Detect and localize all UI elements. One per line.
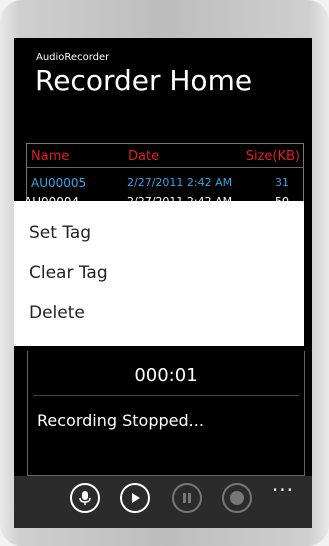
cell-date: 2/27/2011 2:42 AM bbox=[127, 176, 233, 189]
column-header-name: Name bbox=[31, 149, 70, 164]
context-menu: Set Tag Clear Tag Delete bbox=[14, 201, 304, 346]
recording-status: Recording Stopped... bbox=[37, 411, 204, 430]
panel-divider bbox=[33, 395, 299, 396]
recorder-panel: 000:01 Recording Stopped... bbox=[27, 351, 305, 476]
play-icon bbox=[132, 493, 140, 503]
app-name: AudioRecorder bbox=[36, 52, 110, 63]
microphone-icon bbox=[79, 491, 91, 505]
pause-button[interactable] bbox=[172, 483, 202, 513]
header-divider bbox=[27, 167, 303, 168]
page-title: Recorder Home bbox=[35, 64, 253, 97]
menu-item-delete[interactable]: Delete bbox=[29, 303, 85, 323]
stop-icon bbox=[230, 491, 244, 505]
column-header-date: Date bbox=[128, 149, 160, 164]
table-row[interactable]: AU00005 2/27/2011 2:42 AM 31 bbox=[27, 176, 303, 192]
cell-size: 31 bbox=[275, 176, 289, 189]
screen: AudioRecorder Recorder Home Name Date Si… bbox=[14, 38, 312, 528]
more-options-icon[interactable]: ... bbox=[272, 472, 294, 496]
record-button[interactable] bbox=[70, 483, 100, 513]
application-bar: ... bbox=[14, 472, 312, 528]
column-header-size: Size(KB) bbox=[245, 149, 300, 164]
pause-icon bbox=[183, 493, 191, 503]
recording-timer: 000:01 bbox=[134, 365, 198, 386]
play-button[interactable] bbox=[120, 483, 150, 513]
menu-item-clear-tag[interactable]: Clear Tag bbox=[29, 263, 108, 283]
stop-button[interactable] bbox=[222, 483, 252, 513]
cell-name: AU00005 bbox=[31, 176, 87, 190]
menu-item-set-tag[interactable]: Set Tag bbox=[29, 223, 91, 243]
phone-frame: AudioRecorder Recorder Home Name Date Si… bbox=[0, 0, 329, 546]
